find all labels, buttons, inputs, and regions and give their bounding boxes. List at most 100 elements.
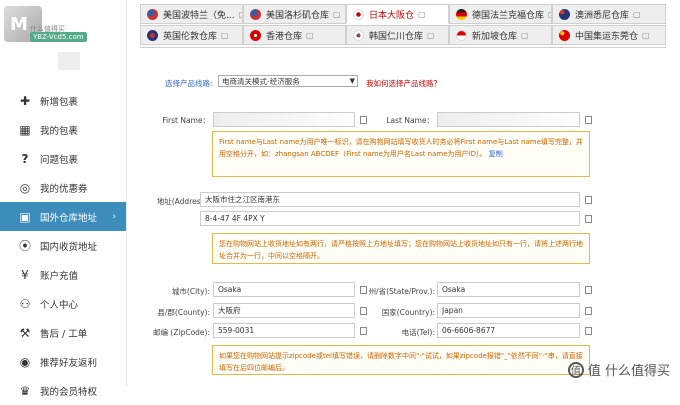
sidebar-item-label: 售后 / 工单 (40, 328, 88, 340)
tab-australia-sydney[interactable]: 澳洲悉尼仓库 ▢ (552, 4, 666, 24)
sidebar-item-label: 国内收货地址 (40, 241, 98, 253)
site-logo[interactable]: M 什么值得买 YBZ-Vcd5.com (4, 2, 87, 46)
copy-icon[interactable] (360, 116, 367, 124)
copy-icon[interactable] (585, 215, 592, 223)
tel-label: 电话(Tel): (401, 328, 435, 337)
tel-value: 06-6606-8677 (442, 326, 496, 335)
sidebar-item-label: 国外仓库地址 (40, 212, 98, 224)
location-icon: ⦿ (18, 239, 31, 253)
sidebar-item-personal-center[interactable]: ⚇ 个人中心 (0, 289, 126, 318)
address-line2-field[interactable]: 8-4-47 4F 4PX Y (200, 211, 580, 226)
address-line1-field[interactable]: 大阪市住之江区南港东 (200, 192, 580, 207)
copy-icon[interactable]: ▢ (521, 31, 529, 40)
county-value: 大阪府 (218, 306, 241, 315)
tab-korea-incheon[interactable]: 韩国仁川仓库 ▢ (346, 25, 449, 45)
sidebar-item-after-sales[interactable]: ⚒ 售后 / 工单 (0, 318, 126, 347)
watermark: 值 值 什么值得买 (567, 360, 670, 379)
sidebar: M 什么值得买 YBZ-Vcd5.com ✚ 新增包裹 ▦ 我的包裹 ? 问题包… (0, 0, 127, 398)
sidebar-item-domestic-address[interactable]: ⦿ 国内收货地址 (0, 231, 126, 260)
user-icon: ⚇ (19, 296, 31, 311)
share-icon: ◉ (19, 354, 31, 369)
copy-icon[interactable]: ▢ (642, 31, 650, 40)
tab-uk-london[interactable]: 英国伦敦仓库 ▢ (140, 25, 243, 45)
folder-icon: ▣ (19, 209, 31, 224)
sidebar-item-label: 问题包裹 (40, 154, 79, 166)
tab-china-dongguan[interactable]: 中国集运东莞仓 ▢ (552, 25, 666, 45)
city-label: 城市(City): (171, 287, 210, 296)
tab-hong-kong[interactable]: 香港仓库 ▢ (243, 25, 346, 45)
copy-icon[interactable]: ▢ (418, 10, 426, 19)
sidebar-item-overseas-warehouse[interactable]: ▣ 国外仓库地址 › (0, 202, 126, 231)
watermark-logo-icon: 值 (567, 361, 584, 378)
coupon-icon: ◎ (19, 180, 31, 195)
product-line-value: 电商清关模式-经济服务 (222, 77, 300, 86)
australia-flag-icon (559, 8, 570, 20)
copy-icon[interactable] (585, 327, 592, 335)
sidebar-item-problem-packages[interactable]: ? 问题包裹 (0, 144, 126, 173)
sidebar-nav: ✚ 新增包裹 ▦ 我的包裹 ? 问题包裹 ◎ 我的优惠券 ▣ 国外仓库地址 › … (0, 86, 126, 405)
tab-label: 英国伦敦仓库 (163, 31, 218, 42)
name-note: First name与Last name为用户唯一标识，请在购物网站填写收货人时… (212, 131, 590, 177)
state-value: Osaka (442, 285, 466, 294)
copy-icon[interactable]: ▢ (427, 31, 435, 40)
copy-icon[interactable] (585, 196, 592, 204)
singapore-flag-icon (456, 29, 467, 41)
last-name-field[interactable] (437, 112, 580, 127)
sidebar-item-referral[interactable]: ◉ 推荐好友返利 (0, 347, 126, 376)
watermark-text: 值 什么值得买 (587, 364, 670, 379)
copy-icon[interactable]: ▢ (633, 10, 641, 19)
county-label: 县/郡(County): (157, 308, 210, 317)
address-note-text: 您在购物网站上收货地址如有两行，请严格按照上方地址填写；您在购物网站上收货地址如… (219, 240, 583, 260)
county-field[interactable]: 大阪府 (213, 303, 355, 318)
product-line-help-link[interactable]: 我如何选择产品线路？ (366, 78, 441, 89)
product-line-select[interactable]: 电商清关模式-经济服务 ▼ (218, 75, 358, 87)
tab-singapore[interactable]: 新加坡仓库 ▢ (449, 25, 552, 45)
tab-us-los-angeles[interactable]: 美国洛杉矶仓库 ▢ (243, 4, 346, 24)
tabs-divider (140, 47, 666, 48)
tab-us-portland[interactable]: 美国波特兰（免... ▢ (140, 4, 243, 24)
address-line1-value: 大阪市住之江区南港东 (205, 195, 280, 204)
city-value: Osaka (218, 285, 242, 294)
chevron-right-icon: › (112, 211, 116, 222)
country-value: Japan (442, 306, 463, 315)
city-field[interactable]: Osaka (213, 282, 355, 297)
tab-label: 美国波特兰（免... (163, 10, 235, 21)
avatar[interactable] (58, 52, 80, 70)
copy-icon[interactable] (585, 307, 592, 315)
address-line2-value: 8-4-47 4F 4PX Y (205, 214, 265, 223)
package-icon: ▦ (19, 122, 31, 137)
tab-label: 香港仓库 (266, 31, 303, 42)
germany-flag-icon (456, 8, 467, 20)
korea-flag-icon (353, 29, 364, 41)
sidebar-item-coupons[interactable]: ◎ 我的优惠券 (0, 173, 126, 202)
state-field[interactable]: Osaka (437, 282, 580, 297)
first-name-field[interactable] (213, 112, 355, 127)
copy-icon[interactable]: ▢ (221, 31, 229, 40)
sidebar-item-recharge[interactable]: ¥ 账户充值 (0, 260, 126, 289)
copy-icon[interactable]: ▢ (306, 31, 314, 40)
sidebar-item-label: 我的优惠券 (40, 183, 88, 195)
first-name-label: First Name： (162, 116, 210, 125)
last-name-label: Last Name： (386, 116, 434, 125)
copy-icon[interactable] (585, 116, 592, 124)
hong-kong-flag-icon (250, 29, 261, 41)
product-line-label: 选择产品线路: (165, 79, 213, 88)
state-label: 州/省(State/Prov.): (368, 287, 435, 296)
zip-label: 邮编 (ZipCode): (153, 328, 210, 337)
zip-field[interactable]: 559-0031 (213, 323, 355, 338)
copy-link[interactable]: 复制 (489, 150, 503, 158)
sidebar-item-label: 我的会员特权 (40, 386, 98, 398)
sidebar-item-my-packages[interactable]: ▦ 我的包裹 (0, 115, 126, 144)
sidebar-item-label: 新增包裹 (40, 96, 79, 108)
copy-icon[interactable] (585, 286, 592, 294)
copy-icon[interactable]: ▢ (333, 10, 341, 19)
country-label: 国家(Country): (381, 308, 435, 317)
country-field[interactable]: Japan (437, 303, 580, 318)
sidebar-item-vip[interactable]: ♛ 我的会员特权 (0, 376, 126, 405)
tab-japan-osaka[interactable]: 日本大阪仓 ▢ (346, 4, 449, 24)
tel-field[interactable]: 06-6606-8677 (437, 323, 580, 338)
sidebar-item-new-package[interactable]: ✚ 新增包裹 (0, 86, 126, 115)
tab-germany-frankfurt[interactable]: 德国法兰克福仓库 ▢ (449, 4, 552, 24)
caret-down-icon: ▼ (349, 77, 355, 85)
us-flag-icon (147, 8, 158, 20)
